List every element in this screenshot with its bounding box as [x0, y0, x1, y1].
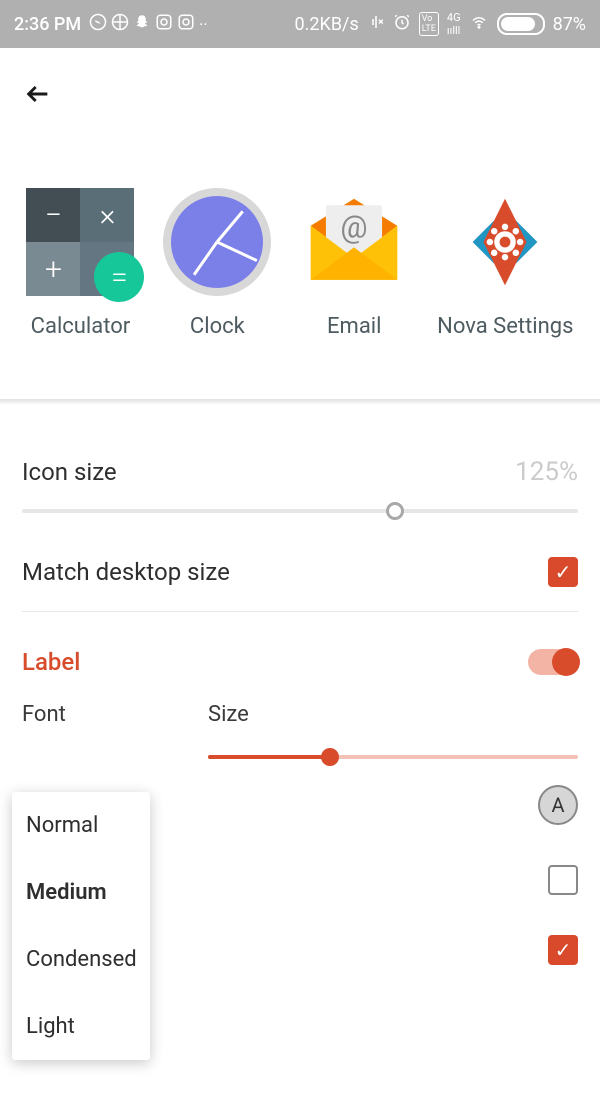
- app-email[interactable]: @ Email: [300, 188, 408, 339]
- alarm-icon: [393, 13, 411, 36]
- status-left: 2:36 PM ··: [14, 13, 208, 35]
- clock-icon: [163, 188, 271, 296]
- signal-icon: 4Gıılll: [447, 11, 461, 37]
- app-label: Nova Settings: [437, 314, 573, 339]
- app-label: Email: [327, 314, 381, 339]
- instagram-icon-2: [177, 13, 195, 35]
- app-nova-settings[interactable]: Nova Settings: [437, 188, 573, 339]
- label-size-slider[interactable]: [208, 755, 578, 759]
- right-controls: A ✓: [180, 765, 578, 985]
- whatsapp-icon: [89, 13, 107, 35]
- match-desktop-checkbox[interactable]: ✓: [548, 557, 578, 587]
- label-section-header: Label: [22, 616, 578, 688]
- battery-icon: [497, 13, 545, 35]
- icon-size-row: Icon size 125%: [22, 441, 578, 503]
- snapchat-icon: [133, 13, 151, 35]
- nova-settings-icon: [451, 188, 559, 296]
- font-option-medium[interactable]: Medium: [12, 859, 150, 926]
- match-desktop-label: Match desktop size: [22, 558, 230, 586]
- calculator-icon: −×+ =: [26, 188, 134, 296]
- shadow-button[interactable]: A: [538, 785, 578, 825]
- font-size-row: Font Size: [22, 688, 578, 769]
- font-option-light[interactable]: Light: [12, 993, 150, 1060]
- status-speed: 0.2KB/s: [295, 14, 359, 35]
- app-label: Calculator: [31, 314, 131, 339]
- icon-size-slider[interactable]: [22, 509, 578, 513]
- volte-icon: VoLTE: [419, 12, 439, 36]
- divider: [22, 611, 578, 612]
- app-clock[interactable]: Clock: [163, 188, 271, 339]
- instagram-icon: [155, 13, 173, 35]
- app-icon: [111, 13, 129, 35]
- label-section-title: Label: [22, 648, 80, 676]
- match-desktop-row[interactable]: Match desktop size ✓: [22, 541, 578, 603]
- font-option-condensed[interactable]: Condensed: [12, 926, 150, 993]
- app-preview-row: −×+ = Calculator Clock @ Email: [0, 124, 600, 389]
- label-toggle[interactable]: [528, 649, 578, 675]
- app-label: Clock: [190, 314, 245, 339]
- icon-size-value: 125%: [515, 457, 578, 487]
- status-left-icons: ··: [89, 13, 207, 35]
- toolbar: [0, 48, 600, 124]
- status-battery: 87%: [553, 14, 586, 35]
- size-label: Size: [208, 702, 578, 727]
- wifi-icon: [469, 13, 489, 36]
- app-calculator[interactable]: −×+ = Calculator: [26, 188, 134, 339]
- status-bar: 2:36 PM ·· 0.2KB/s Vo: [0, 0, 600, 48]
- back-button[interactable]: [22, 78, 54, 116]
- svg-text:@: @: [341, 211, 368, 246]
- icon-size-label: Icon size: [22, 458, 117, 486]
- font-option-normal[interactable]: Normal: [12, 792, 150, 859]
- option-checkbox-2[interactable]: ✓: [548, 935, 578, 965]
- email-icon: @: [300, 188, 408, 296]
- font-dropdown: Normal Medium Condensed Light: [12, 792, 150, 1060]
- mute-icon: [367, 13, 385, 36]
- option-checkbox-1[interactable]: [548, 865, 578, 895]
- font-label: Font: [22, 702, 172, 727]
- more-icon: ··: [199, 15, 207, 34]
- status-time: 2:36 PM: [14, 14, 81, 35]
- status-right: 0.2KB/s VoLTE 4Gıılll 87%: [295, 11, 586, 37]
